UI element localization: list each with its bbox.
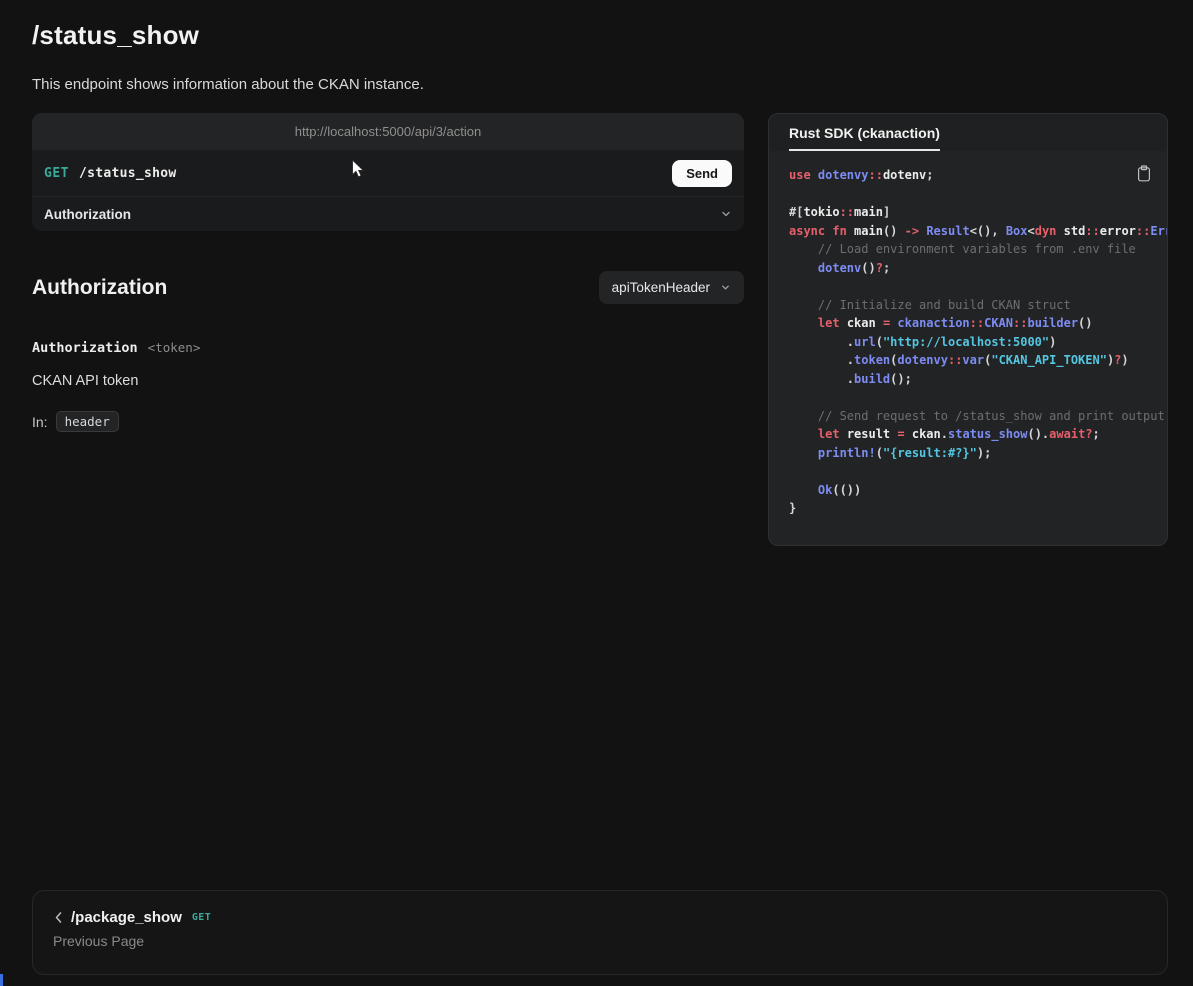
param-type: <token> [148,340,201,355]
authorization-heading: Authorization [32,276,167,300]
param-in-badge: header [56,411,119,432]
previous-page-card[interactable]: /package_show GET Previous Page [32,890,1168,975]
page-title: /status_show [32,20,1168,51]
clipboard-icon [1137,165,1151,182]
send-button[interactable]: Send [672,160,732,187]
tab-rust-sdk-label: Rust SDK (ckanaction) [789,125,940,141]
chevron-left-icon [53,911,64,924]
bottom-left-accent-fragment [0,974,3,986]
page-header: /status_show This endpoint shows informa… [0,0,1193,93]
chevron-down-icon [720,282,731,293]
copy-button[interactable] [1137,165,1151,185]
page: /status_show This endpoint shows informa… [0,0,1193,986]
auth-scheme-select[interactable]: apiTokenHeader [599,271,744,304]
request-method-row: GET /status_show Send [32,150,744,196]
previous-page-label: Previous Page [53,933,1147,949]
code-sample-tabs: Rust SDK (ckanaction) [769,114,1167,151]
http-method-badge: GET [44,166,69,181]
request-path: /status_show [79,166,177,181]
auth-row-label: Authorization [44,207,131,222]
base-url-bar[interactable]: http://localhost:5000/api/3/action [32,113,744,150]
param-in-label: In: [32,414,48,430]
param-description: CKAN API token [32,373,744,389]
previous-page-method-badge: GET [192,912,211,923]
param-name: Authorization [32,340,138,356]
auth-scheme-value: apiTokenHeader [612,280,710,295]
api-client-card: http://localhost:5000/api/3/action GET /… [32,113,744,231]
chevron-down-icon [720,208,732,220]
authorization-section-header: Authorization apiTokenHeader [32,271,744,304]
auth-collapsible-row[interactable]: Authorization [32,196,744,231]
code-sample-panel: Rust SDK (ckanaction) use dotenvy::doten… [768,113,1168,546]
code-block: use dotenvy::dotenv; #[tokio::main]async… [789,166,1167,518]
auth-parameter: Authorization <token> CKAN API token In:… [32,340,744,432]
endpoint-description: This endpoint shows information about th… [32,76,1168,93]
previous-page-title: /package_show [71,909,182,926]
tab-rust-sdk[interactable]: Rust SDK (ckanaction) [789,114,940,151]
